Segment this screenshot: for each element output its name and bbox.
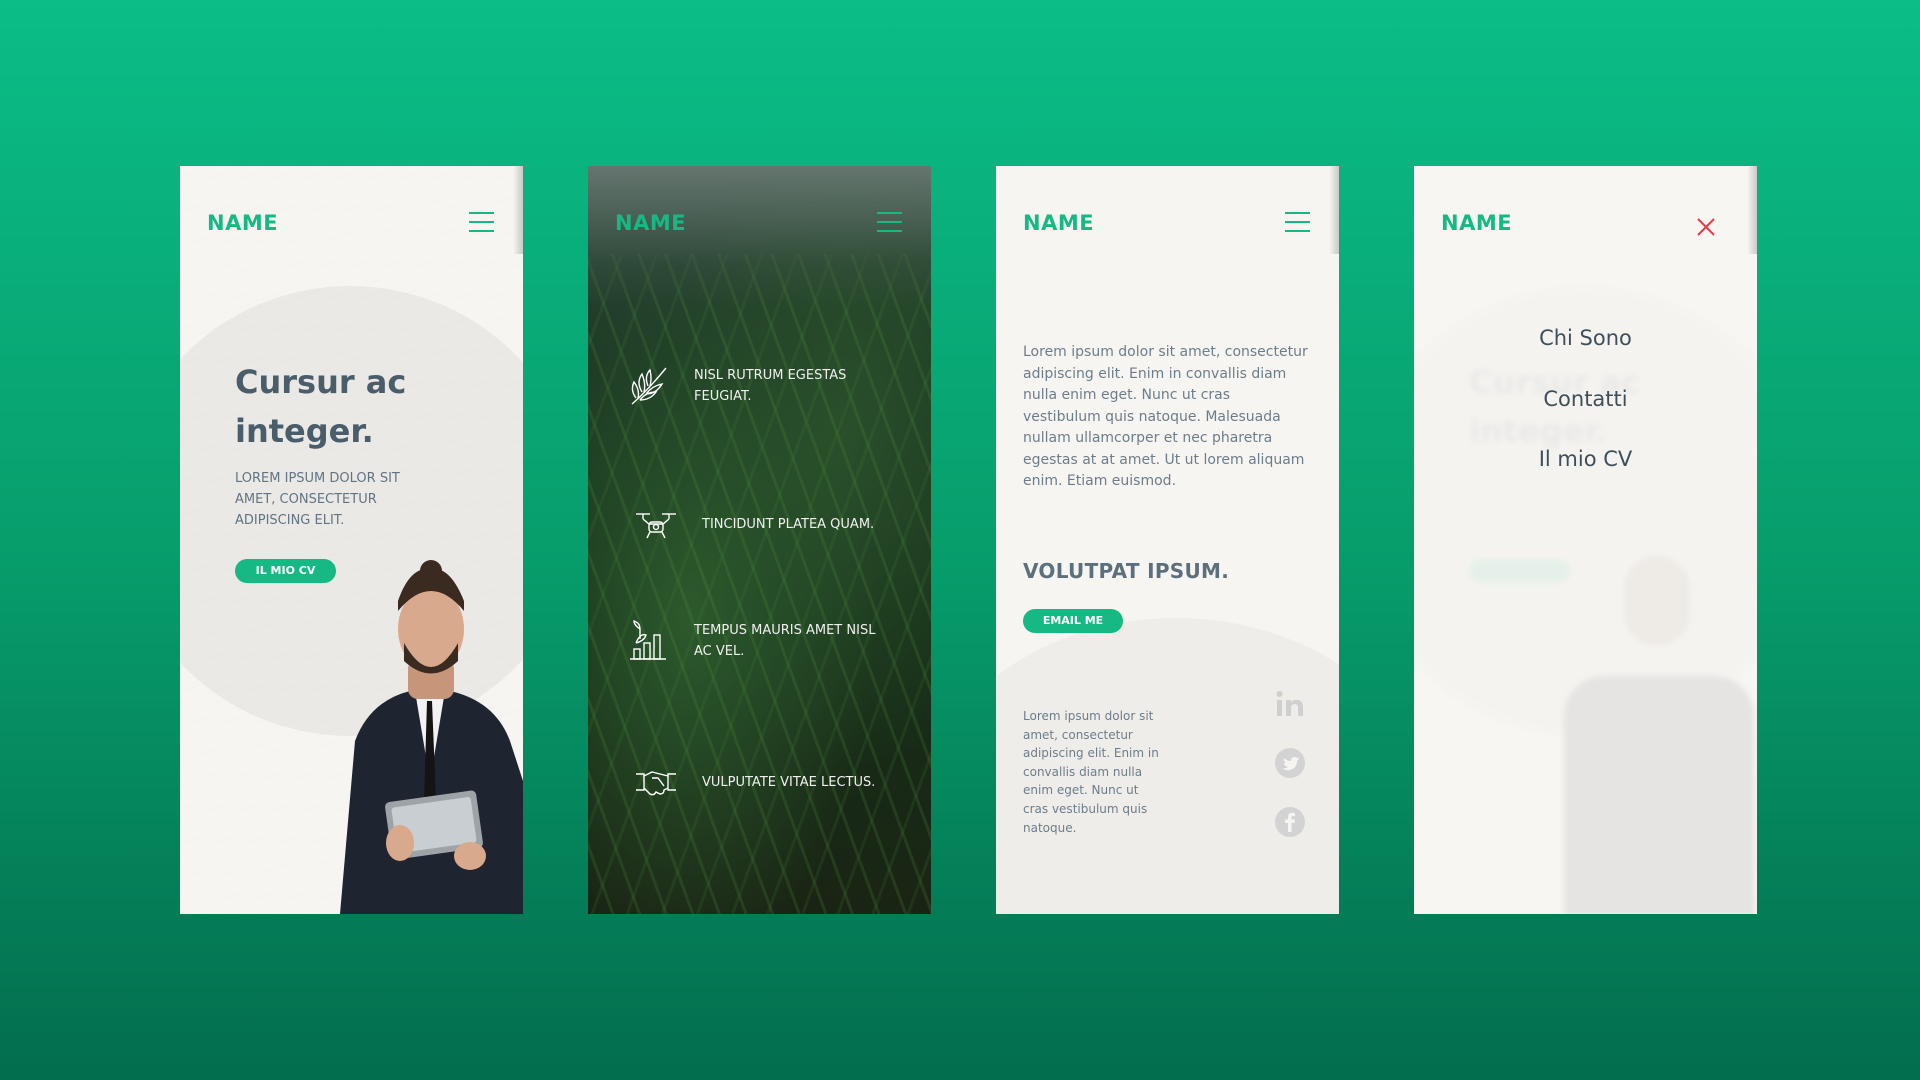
close-icon[interactable] (1695, 216, 1717, 238)
feature-item: TINCIDUNT PLATEA QUAM. (626, 502, 906, 546)
brand-logo[interactable]: NAME (1023, 211, 1094, 235)
footer-paragraph: Lorem ipsum dolor sit amet, consectetur … (1023, 709, 1159, 835)
hero-title: Cursur ac integer. (235, 358, 406, 456)
menu-overlay (1414, 166, 1757, 914)
feature-text: TINCIDUNT PLATEA QUAM. (702, 516, 875, 532)
feature-item: TEMPUS MAURIS AMET NISL AC VEL. (626, 619, 906, 663)
leaf-branch-icon (631, 367, 667, 405)
screen-home: NAME Cursur ac integer. LOREM IPSUM DOLO… (180, 166, 523, 914)
hamburger-icon[interactable] (1285, 212, 1310, 232)
feature-item: VULPUTATE VITAE LECTUS. (626, 760, 906, 804)
header-shadow (1747, 166, 1757, 254)
hero-subtitle: LOREM IPSUM DOLOR SIT AMET, CONSECTETUR … (235, 471, 400, 528)
screen-services: NAME NISL RUTRUM EGESTAS FEUGIAT. TINCID… (588, 166, 931, 914)
header: NAME (1414, 166, 1757, 254)
intro-paragraph: Lorem ipsum dolor sit amet, consectetur … (1023, 344, 1308, 489)
hamburger-icon[interactable] (469, 212, 494, 232)
linkedin-icon[interactable] (1274, 688, 1306, 720)
menu-item-chi-sono[interactable]: Chi Sono (1414, 326, 1757, 350)
screen-contact: NAME Lorem ipsum dolor sit amet, consect… (996, 166, 1339, 914)
menu-item-il-mio-cv[interactable]: Il mio CV (1414, 447, 1757, 471)
menu-item-contatti[interactable]: Contatti (1414, 387, 1757, 411)
brand-logo[interactable]: NAME (1441, 211, 1512, 235)
hero-title-line2: integer. (235, 412, 374, 450)
facebook-icon[interactable] (1274, 806, 1306, 838)
header: NAME (588, 166, 931, 254)
feature-text: VULPUTATE VITAE LECTUS. (702, 774, 876, 790)
screen-menu-open: Cursur ac integer. NAME Chi Sono Contatt… (1414, 166, 1757, 914)
brand-logo[interactable]: NAME (207, 211, 278, 235)
hero-title-line1: Cursur ac (235, 363, 407, 401)
header-shadow (1329, 166, 1339, 254)
feature-item: NISL RUTRUM EGESTAS FEUGIAT. (626, 364, 906, 408)
hamburger-icon[interactable] (877, 212, 902, 232)
feature-text: NISL RUTRUM EGESTAS FEUGIAT. (694, 368, 847, 404)
drone-icon (636, 513, 676, 539)
brand-logo[interactable]: NAME (615, 211, 686, 235)
growth-chart-icon (630, 620, 666, 660)
cornfield-texture (588, 254, 931, 914)
feature-text: TEMPUS MAURIS AMET NISL AC VEL. (694, 623, 876, 659)
email-button[interactable]: EMAIL ME (1023, 609, 1123, 633)
handshake-icon (636, 771, 676, 796)
twitter-icon[interactable] (1274, 747, 1306, 779)
header: NAME (180, 166, 523, 254)
businessman-photo (340, 560, 523, 914)
header-shadow (513, 166, 523, 254)
header: NAME (996, 166, 1339, 254)
section-heading: VOLUTPAT IPSUM. (1023, 559, 1230, 583)
